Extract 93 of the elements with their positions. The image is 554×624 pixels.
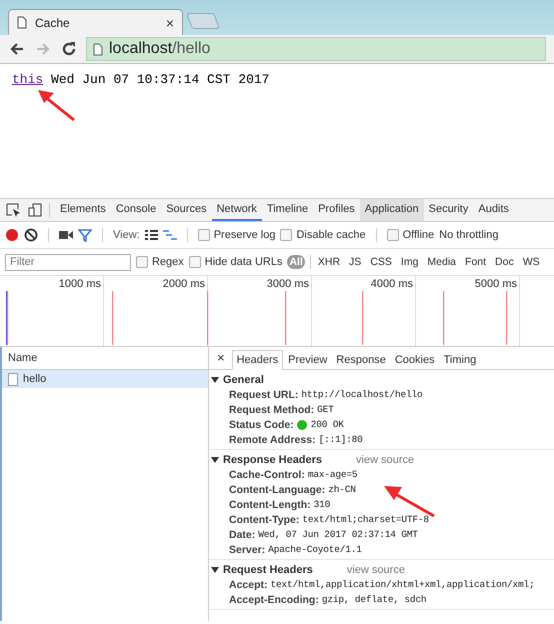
filter-icon[interactable] <box>78 228 92 242</box>
checkbox-label: Disable cache <box>296 229 366 241</box>
type-filter[interactable]: CSS <box>368 255 394 269</box>
panel-tab[interactable]: Elements <box>55 199 111 221</box>
type-filter[interactable]: Img <box>398 255 420 269</box>
checkbox[interactable] <box>280 229 292 241</box>
panel-tab[interactable]: Application <box>360 199 424 221</box>
document-icon <box>8 372 18 386</box>
close-tab-button[interactable]: × <box>166 14 174 30</box>
date-text: Wed Jun 07 10:37:14 CST 2017 <box>51 72 270 87</box>
view-source-link[interactable]: view source <box>356 454 414 466</box>
header-value: 310 <box>314 499 330 510</box>
expanded-triangle-icon[interactable] <box>211 376 219 384</box>
panel-tab[interactable]: Security <box>424 199 474 221</box>
detail-tab[interactable]: Response <box>332 351 390 369</box>
link[interactable]: this <box>12 72 44 87</box>
detail-tab[interactable]: Preview <box>284 351 332 369</box>
header-name: Content-Length: <box>229 498 311 510</box>
expanded-triangle-icon[interactable] <box>211 566 219 574</box>
type-filter[interactable]: Doc <box>493 255 516 269</box>
checkbox[interactable] <box>136 256 148 268</box>
type-filter[interactable]: WS <box>520 255 542 269</box>
address-bar[interactable]: localhost/hello <box>86 37 546 61</box>
checkbox-label: Offline <box>402 229 434 241</box>
request-row[interactable]: hello <box>2 370 208 388</box>
header-name: Accept-Encoding: <box>229 594 319 606</box>
checkbox[interactable] <box>188 256 201 268</box>
detail-tab[interactable]: Timing <box>440 351 480 369</box>
header-value: max-age=5 <box>308 469 358 480</box>
header-name: Date: <box>229 528 256 540</box>
checkbox[interactable] <box>198 229 210 241</box>
header-value: zh-CN <box>328 484 356 495</box>
type-filter[interactable]: JS <box>347 255 364 269</box>
header-name: Status Code: <box>229 418 294 430</box>
type-filter[interactable]: Media <box>425 255 458 269</box>
panel-tab[interactable]: Audits <box>473 199 514 221</box>
column-header: Name <box>8 352 38 364</box>
header-name: Accept: <box>229 578 268 590</box>
clear-icon[interactable] <box>24 228 38 242</box>
header-value: GET <box>317 404 334 415</box>
arrow-drawing <box>36 88 76 122</box>
page-icon <box>17 16 27 29</box>
inspect-icon[interactable] <box>6 203 22 217</box>
checkbox[interactable] <box>386 229 399 241</box>
expanded-triangle-icon[interactable] <box>211 456 219 464</box>
header-value: text/html,application/xhtml+xml,application/xml; <box>270 579 535 590</box>
header-value: Apache-Coyote/1.1 <box>268 544 362 555</box>
header-value: [::1]:80 <box>318 434 363 445</box>
device-icon[interactable] <box>28 203 44 217</box>
camera-icon[interactable] <box>59 230 73 240</box>
tick-label: 2000 ms <box>162 278 205 290</box>
checkbox-label: Regex <box>152 256 184 268</box>
record-button[interactable] <box>5 228 19 242</box>
close-button[interactable]: × <box>215 350 231 369</box>
detail-tab[interactable]: Headers <box>232 350 284 370</box>
header-value: gzip, deflate, sdch <box>322 594 426 605</box>
tick-label: 4000 ms <box>370 278 413 290</box>
view-label: View: <box>113 229 140 241</box>
page-icon <box>93 42 103 56</box>
panel-tab[interactable]: Profiles <box>313 199 360 221</box>
header-name: Content-Type: <box>229 514 300 526</box>
throttling-select[interactable]: No throttling <box>439 229 498 241</box>
header-value: Wed, 07 Jun 2017 02:37:14 GMT <box>258 529 418 540</box>
view-source-link[interactable]: view source <box>346 564 405 576</box>
reload-icon[interactable] <box>60 40 78 58</box>
header-value: http://localhost/hello <box>301 389 422 400</box>
tick-label: 1000 ms <box>58 278 101 290</box>
panel-tab[interactable]: Network <box>212 199 262 221</box>
header-name: Cache-Control: <box>229 468 305 480</box>
section-title: Request Headers <box>223 564 313 576</box>
waterfall-view-icon[interactable] <box>162 230 177 240</box>
checkbox-label: Preserve log <box>214 229 276 241</box>
header-name: Remote Address: <box>229 434 316 446</box>
header-name: Content-Language: <box>229 484 326 496</box>
detail-tab[interactable]: Cookies <box>390 351 439 369</box>
section-title: Response Headers <box>223 454 322 466</box>
panel-tab[interactable]: Sources <box>161 199 212 221</box>
tick-label: 5000 ms <box>474 278 517 290</box>
tick-label: 3000 ms <box>266 278 309 290</box>
section-title: General <box>223 374 264 386</box>
list-view-icon[interactable] <box>144 230 158 240</box>
browser-tab[interactable]: Cache × <box>8 9 183 35</box>
header-value: text/html;charset=UTF-8 <box>302 514 429 525</box>
panel-tab[interactable]: Timeline <box>262 199 314 221</box>
type-filter[interactable]: XHR <box>316 255 342 269</box>
header-name: Server: <box>229 544 266 556</box>
filter-field[interactable]: Filter <box>5 254 131 270</box>
header-name: Request Method: <box>229 404 314 416</box>
panel-tab[interactable]: Console <box>110 199 162 221</box>
type-filter[interactable]: Font <box>463 255 488 269</box>
checkbox-label: Hide data URLs <box>204 256 282 268</box>
header-value: 200 OK <box>310 419 344 430</box>
header-name: Request URL: <box>229 388 298 400</box>
